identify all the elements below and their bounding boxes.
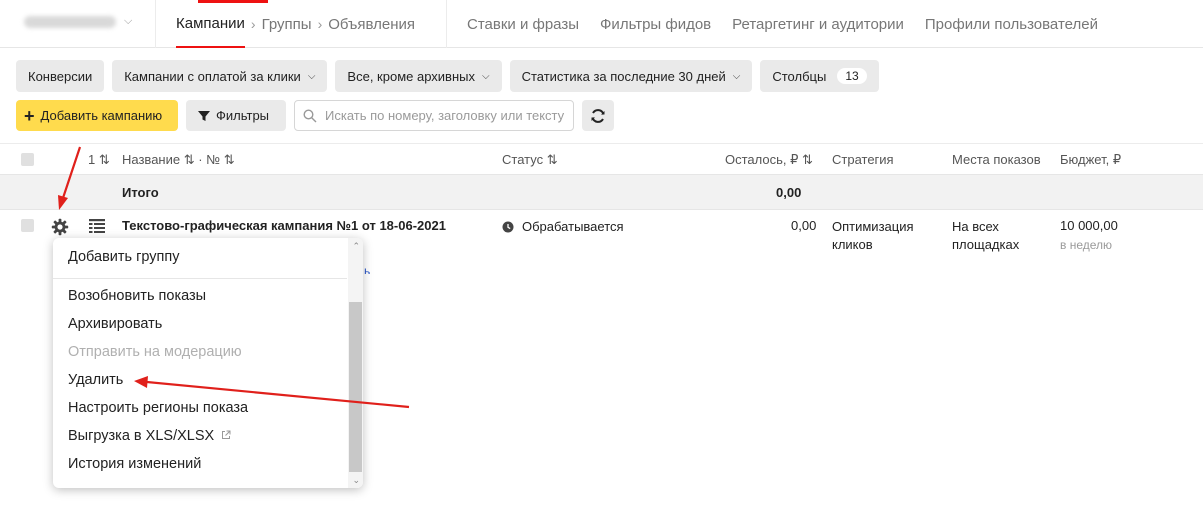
chevron-down-icon: ⌵ [124, 15, 133, 27]
divider [155, 0, 156, 48]
account-selector[interactable]: ⌵ [24, 15, 132, 28]
column-budget: Бюджет, ₽ [1060, 152, 1122, 167]
menu-item-send-moderation: Отправить на модерацию [68, 344, 242, 360]
tab-ads[interactable]: Объявления [328, 16, 415, 33]
scrollbar-thumb[interactable] [349, 302, 362, 472]
tab-groups[interactable]: Группы [262, 16, 312, 33]
scroll-up-icon[interactable]: ⌃ [352, 241, 360, 252]
column-label: № [206, 152, 221, 167]
search-icon [303, 108, 317, 122]
breadcrumb: Кампании › Группы › Объявления [176, 0, 415, 48]
menu-item-history[interactable]: История изменений [68, 456, 201, 472]
nav-link-retargeting[interactable]: Ретаргетинг и аудитории [732, 16, 904, 33]
column-name[interactable]: Название ⇅ · № ⇅ [122, 152, 235, 168]
chevron-right-icon: › [250, 16, 256, 32]
chip-stats-period[interactable]: Статистика за последние 30 дней ⌵ [509, 60, 753, 92]
tab-campaigns[interactable]: Кампании [176, 0, 268, 48]
places-line2: площадках [952, 237, 1020, 252]
filter-chips: Конверсии Кампании с оплатой за клики ⌵ В… [16, 60, 879, 92]
total-label: Итого [122, 185, 159, 200]
menu-item-resume[interactable]: Возобновить показы [68, 288, 206, 304]
nav-link-user-profiles[interactable]: Профили пользователей [925, 16, 1098, 33]
nav-link-bids[interactable]: Ставки и фразы [467, 16, 579, 33]
section-links: Ставки и фразы Фильтры фидов Ретаргетинг… [467, 0, 1119, 48]
sort-icon: ⇅ [223, 152, 235, 167]
total-remaining: 0,00 [776, 185, 802, 200]
campaign-actions-menu: Добавить группу Возобновить показы Архив… [53, 238, 363, 488]
budget-value: 10 000,00 [1060, 218, 1118, 233]
plus-icon: + [24, 105, 35, 126]
search-field[interactable] [294, 100, 574, 131]
select-all-checkbox[interactable] [21, 153, 34, 166]
strategy-line1: Оптимизация [832, 219, 914, 234]
chip-label: Все, кроме архивных [347, 68, 475, 84]
refresh-button[interactable] [582, 100, 614, 131]
chip-label: Столбцы [772, 68, 827, 84]
chip-label: Статистика за последние 30 дней [521, 68, 726, 84]
column-places: Места показов [952, 152, 1041, 167]
budget-period: в неделю [1060, 238, 1113, 252]
column-label: Название [122, 152, 181, 167]
menu-item-delete[interactable]: Удалить [68, 372, 123, 388]
chip-label: Конверсии [28, 68, 93, 84]
column-strategy: Стратегия [832, 152, 894, 167]
nav-link-feed-filters[interactable]: Фильтры фидов [600, 16, 711, 33]
total-row: Итого 0,00 [0, 174, 1203, 210]
places-line1: На всех [952, 219, 999, 234]
scroll-down-icon[interactable]: ⌄ [352, 475, 360, 486]
column-label: Осталось, ₽ [725, 152, 799, 167]
menu-divider [53, 278, 347, 279]
filters-button[interactable]: Фильтры [186, 100, 286, 131]
filters-label: Фильтры [216, 108, 270, 123]
add-campaign-label: Добавить кампанию [40, 108, 163, 123]
column-remaining[interactable]: Осталось, ₽ ⇅ [725, 152, 813, 168]
refresh-icon [591, 108, 605, 123]
funnel-icon [198, 110, 210, 121]
chip-conversions[interactable]: Конверсии [16, 60, 105, 92]
chip-payment-type[interactable]: Кампании с оплатой за клики ⌵ [112, 60, 328, 92]
column-label: 1 [88, 152, 96, 167]
table-header: 1 ⇅ Название ⇅ · № ⇅ Статус ⇅ Осталось, … [0, 143, 1203, 174]
chevron-right-icon: › [317, 16, 323, 32]
divider [446, 0, 447, 48]
row-remaining: 0,00 [791, 218, 817, 233]
hidden-link-fragment[interactable]: ь [364, 264, 370, 274]
sort-icon: ⇅ [802, 152, 813, 167]
sort-icon: ⇅ [183, 152, 195, 167]
chip-archive-filter[interactable]: Все, кроме архивных ⌵ [335, 60, 502, 92]
sort-icon: ⇅ [546, 152, 558, 167]
column-label: Статус [502, 152, 544, 167]
menu-item-export[interactable]: Выгрузка в XLS/XLSX [68, 428, 231, 444]
id-sort-column[interactable]: 1 ⇅ [88, 152, 110, 168]
menu-item-regions[interactable]: Настроить регионы показа [68, 400, 248, 416]
sort-icon: ⇅ [98, 152, 110, 167]
list-icon[interactable] [89, 219, 105, 233]
menu-item-archive[interactable]: Архивировать [68, 316, 162, 332]
chevron-down-icon: ⌵ [481, 70, 490, 82]
strategy-line2: кликов [832, 237, 873, 252]
row-checkbox[interactable] [21, 219, 34, 232]
external-link-icon [222, 430, 231, 439]
search-input[interactable] [325, 108, 565, 123]
chip-label: Кампании с оплатой за клики [124, 68, 301, 84]
menu-item-add-group[interactable]: Добавить группу [68, 249, 180, 265]
top-navigation: ⌵ Кампании › Группы › Объявления Ставки … [0, 0, 1203, 48]
separator-dot: · [198, 152, 203, 167]
menu-scrollbar[interactable] [348, 238, 363, 488]
add-campaign-button[interactable]: + Добавить кампанию [16, 100, 178, 131]
account-name-blurred [24, 15, 116, 28]
columns-count-badge: 13 [837, 68, 867, 84]
column-status[interactable]: Статус ⇅ [502, 152, 558, 168]
chevron-down-icon: ⌵ [732, 70, 741, 82]
chevron-down-icon: ⌵ [307, 70, 316, 82]
gear-icon[interactable] [51, 218, 69, 236]
status-text: Обрабатывается [522, 219, 624, 234]
clock-icon [502, 221, 514, 233]
campaign-name[interactable]: Текстово-графическая кампания №1 от 18-0… [122, 218, 446, 233]
menu-item-label: Выгрузка в XLS/XLSX [68, 428, 215, 444]
columns-button[interactable]: Столбцы 13 [760, 60, 879, 92]
